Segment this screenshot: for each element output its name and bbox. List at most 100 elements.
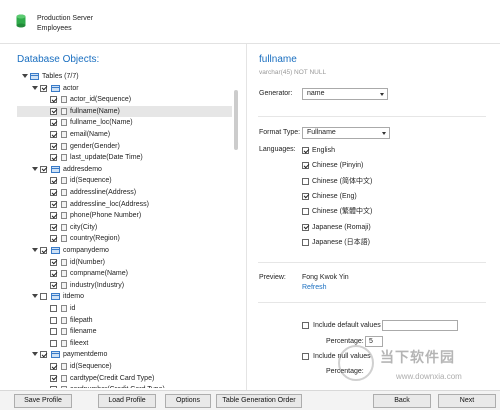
tree-checkbox[interactable] [50,189,57,196]
tree-column-row[interactable]: industry(Industry) [0,280,230,291]
tree-checkbox[interactable] [50,212,57,220]
tree-column-row[interactable]: actor_id(Sequence) [0,94,230,105]
tree-checkbox[interactable] [50,142,57,150]
next-button[interactable]: Next [438,394,496,408]
tree-item-label: compname(Name) [70,270,128,278]
language-checkbox[interactable] [302,208,309,216]
tree-column-row[interactable]: cardtype(Credit Card Type) [0,373,230,384]
expand-arrow-icon[interactable] [22,73,28,79]
options-button[interactable]: Options [165,394,211,408]
tree-column-row[interactable]: fullname_loc(Name) [0,117,230,128]
tree-column-row[interactable]: fullname(Name) [17,105,232,117]
table-generation-order-button[interactable]: Table Generation Order [216,394,302,408]
expand-arrow-icon[interactable] [32,166,38,172]
language-label: Japanese (日本語) [312,238,370,246]
format-type-select[interactable]: Fullname [302,127,390,139]
tree-checkbox[interactable] [50,131,57,138]
tree-checkbox[interactable] [40,165,47,173]
tree-checkbox[interactable] [50,200,57,208]
default-values-input[interactable] [382,320,458,331]
tree-table-row[interactable]: actor [0,83,230,94]
tree-checkbox[interactable] [50,177,57,185]
expand-arrow-icon[interactable] [32,247,38,253]
tree-checkbox[interactable] [50,107,57,115]
tree-checkbox[interactable] [50,281,57,289]
tree-table-row[interactable]: addresdemo [0,164,230,175]
column-icon [61,281,67,289]
tree-column-row[interactable]: filename [0,326,230,337]
tree-column-row[interactable]: cardnumber(Credit Card Type) [0,384,230,388]
tree-checkbox[interactable] [40,84,47,92]
tree-checkbox[interactable] [50,328,57,336]
load-profile-button[interactable]: Load Profile [98,394,156,408]
language-checkbox[interactable] [302,147,309,154]
refresh-link[interactable]: Refresh [302,284,327,291]
tree-column-row[interactable]: gender(Gender) [0,141,230,152]
tree-root-row[interactable]: Tables (7/7) [0,71,230,82]
tree-column-row[interactable]: id(Number) [0,257,230,268]
tree-column-row[interactable]: filepath [0,315,230,326]
language-checkbox[interactable] [302,223,309,231]
tree-checkbox[interactable] [40,351,47,359]
connection-header: Production Server Employees [0,0,500,44]
scrollbar-thumb[interactable] [234,90,238,150]
tree-column-row[interactable]: phone(Phone Number) [0,210,230,221]
tree-table-row[interactable]: itdemo [0,291,230,302]
include-default-checkbox[interactable] [302,322,309,329]
back-button[interactable]: Back [373,394,431,408]
expand-arrow-icon[interactable] [32,351,38,357]
expand-arrow-icon[interactable] [32,85,38,91]
tree-table-row[interactable]: paymentdemo [0,349,230,360]
save-profile-button[interactable]: Save Profile [14,394,72,408]
tree-checkbox[interactable] [40,247,47,254]
tree-column-row[interactable]: email(Name) [0,129,230,140]
tree-checkbox[interactable] [50,235,57,243]
tree-item-label: Tables (7/7) [42,73,79,80]
language-checkbox[interactable] [302,177,309,185]
tree-checkbox[interactable] [50,374,57,382]
tree-item-label: fileext [70,339,89,347]
include-null-checkbox[interactable] [302,353,309,360]
tree-column-row[interactable]: last_update(Date Time) [0,152,230,163]
tree-column-row[interactable]: compname(Name) [0,268,230,279]
tree-column-row[interactable]: id(Sequence) [0,175,230,186]
tree-checkbox[interactable] [50,316,57,324]
column-title: fullname [259,54,297,65]
tree-scrollbar[interactable] [231,70,241,388]
tree-item-label: id(Number) [70,258,106,266]
languages-label: Languages: [259,146,296,153]
tree-column-row[interactable]: fileext [0,338,230,349]
tree-checkbox[interactable] [50,154,57,162]
tree-checkbox[interactable] [50,96,57,104]
panel-divider[interactable] [246,44,247,390]
tree-checkbox[interactable] [40,293,47,301]
footer-bar: Save Profile Load Profile Options Table … [0,390,500,410]
tree-checkbox[interactable] [50,363,57,370]
column-icon [61,363,67,370]
tree-column-row[interactable]: addressline_loc(Address) [0,199,230,210]
language-label: Chinese (Eng) [312,192,357,200]
generator-select[interactable]: name [302,88,388,100]
tree-checkbox[interactable] [50,119,57,127]
tree-item-label: city(City) [70,223,98,231]
tree-column-row[interactable]: id [0,303,230,314]
tree-checkbox[interactable] [50,339,57,347]
expand-arrow-icon[interactable] [32,293,38,299]
language-checkbox[interactable] [302,192,309,200]
tree-item-label: fullname_loc(Name) [70,119,133,127]
server-name: Production Server [37,15,94,22]
language-checkbox[interactable] [302,162,309,170]
tree-column-row[interactable]: id(Sequence) [0,361,230,372]
tree-checkbox[interactable] [50,386,57,388]
tree-column-row[interactable]: addressline(Address) [0,187,230,198]
tree-column-row[interactable]: country(Region) [0,233,230,244]
tree-table-row[interactable]: companydemo [0,245,230,256]
tree-checkbox[interactable] [50,223,57,231]
tree-checkbox[interactable] [50,305,57,312]
tree-checkbox[interactable] [50,270,57,278]
tree-item-label: id [70,305,76,312]
tree-column-row[interactable]: city(City) [0,222,230,233]
language-checkbox[interactable] [302,238,309,246]
database-name: Employees [37,25,72,32]
tree-checkbox[interactable] [50,258,57,266]
